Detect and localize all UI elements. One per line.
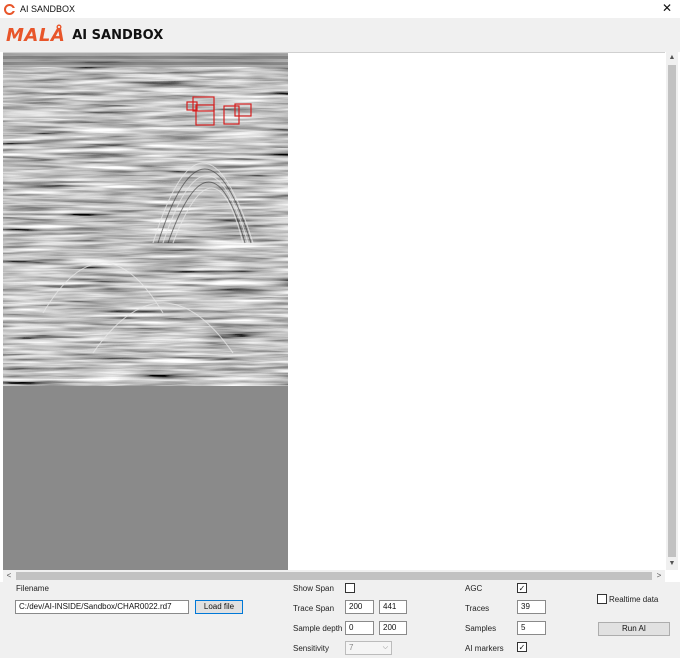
traces-input[interactable]: 39 [517, 600, 546, 614]
samples-input[interactable]: 5 [517, 621, 546, 635]
agc-checkbox[interactable]: ✓ [517, 583, 527, 593]
radargram-viewer[interactable] [3, 52, 665, 570]
app-g-icon [4, 3, 15, 15]
ai-markers-checkbox[interactable]: ✓ [517, 642, 527, 652]
scroll-down-icon[interactable]: ▼ [666, 558, 678, 570]
radargram-image [3, 53, 288, 386]
realtime-label: Realtime data [609, 595, 659, 604]
horizontal-scroll-thumb[interactable] [16, 572, 652, 580]
app-header: MALÅ AI SANDBOX [0, 18, 680, 52]
sensitivity-value: 7 [349, 643, 354, 652]
run-ai-button[interactable]: Run AI [598, 622, 670, 636]
show-span-label: Show Span [293, 584, 334, 593]
control-panel: Filename C:/dev/AI-INSIDE/Sandbox/CHAR00… [0, 582, 680, 658]
close-button[interactable]: ✕ [660, 1, 674, 16]
radargram-canvas[interactable] [3, 53, 288, 570]
filename-input[interactable]: C:/dev/AI-INSIDE/Sandbox/CHAR0022.rd7 [15, 600, 189, 614]
vertical-scrollbar[interactable]: ▲ ▼ [666, 52, 678, 570]
filename-label: Filename [16, 584, 49, 593]
sensitivity-select[interactable]: 7 ⌵ [345, 641, 392, 655]
sample-depth-from-input[interactable]: 0 [345, 621, 374, 635]
samples-label: Samples [465, 624, 497, 633]
sample-depth-to-input[interactable]: 200 [379, 621, 407, 635]
show-span-checkbox[interactable] [345, 583, 355, 593]
sample-depth-label: Sample depth [293, 624, 343, 633]
realtime-checkbox[interactable] [597, 594, 607, 604]
ai-markers-label: AI markers [465, 644, 504, 653]
trace-span-from-input[interactable]: 200 [345, 600, 374, 614]
chevron-down-icon: ⌵ [382, 644, 388, 651]
mala-logo: MALÅ [6, 24, 66, 46]
agc-label: AGC [465, 584, 483, 593]
scroll-left-icon[interactable]: < [3, 570, 15, 582]
trace-span-to-input[interactable]: 441 [379, 600, 407, 614]
trace-span-label: Trace Span [293, 604, 335, 613]
sensitivity-label: Sensitivity [293, 644, 330, 653]
scroll-up-icon[interactable]: ▲ [666, 52, 678, 64]
window-title: AI SANDBOX [20, 4, 76, 14]
traces-label: Traces [465, 604, 490, 613]
vertical-scroll-thumb[interactable] [668, 65, 676, 557]
horizontal-scrollbar[interactable]: < > [3, 570, 665, 582]
scroll-right-icon[interactable]: > [653, 570, 665, 582]
title-bar: AI SANDBOX ✕ [0, 0, 680, 18]
load-file-button[interactable]: Load file [195, 600, 243, 614]
app-name: AI SANDBOX [72, 27, 164, 43]
